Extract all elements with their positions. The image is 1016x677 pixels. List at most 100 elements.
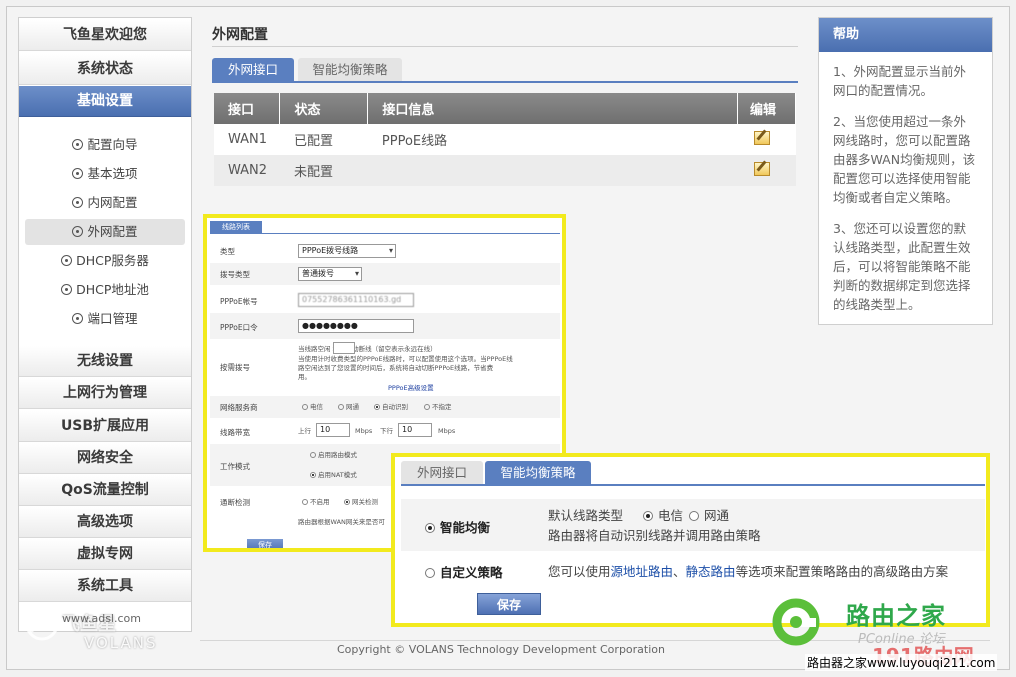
radio-icon bbox=[302, 499, 308, 505]
smart-balance-row: 智能均衡 默认线路类型 电信 网通 路由器将自动识别线路并调用路由策略 bbox=[401, 499, 985, 551]
form-tab[interactable]: 线路列表 bbox=[210, 221, 262, 233]
radio-icon bbox=[643, 511, 653, 521]
tab-wan-interface[interactable]: 外网接口 bbox=[212, 58, 294, 82]
edit-icon[interactable] bbox=[753, 161, 770, 176]
sub-item-basic-options[interactable]: 基本选项 bbox=[25, 161, 185, 187]
sub-item-label: DHCP地址池 bbox=[76, 282, 149, 297]
mode-option[interactable]: 启用NAT模式 bbox=[310, 471, 357, 480]
form-row-account: PPPoE帐号 07552786361110163.gd bbox=[210, 288, 560, 312]
nav-item-qos[interactable]: QoS流量控制 bbox=[19, 475, 191, 506]
up-label: 上行 bbox=[298, 427, 311, 435]
nav-item-advanced[interactable]: 高级选项 bbox=[19, 507, 191, 538]
unit-label: Mbps bbox=[355, 427, 373, 435]
logo-url: www.adsl.com bbox=[62, 612, 141, 625]
radio-icon bbox=[310, 472, 316, 478]
ondemand-line: 用。 bbox=[298, 373, 311, 381]
radio-icon bbox=[374, 404, 380, 410]
nav-item-basic-settings[interactable]: 基础设置 bbox=[19, 86, 191, 117]
dial-type-select[interactable]: 普通拨号 bbox=[298, 267, 362, 281]
ondemand-line: 当线路空闲 秒后自动断线（留空表示永远在线） bbox=[298, 345, 437, 353]
source-route-link[interactable]: 源地址路由 bbox=[611, 564, 674, 579]
nav-item-wireless[interactable]: 无线设置 bbox=[19, 346, 191, 377]
line-option-telecom[interactable]: 电信 bbox=[643, 505, 683, 524]
sub-item-wizard[interactable]: 配置向导 bbox=[25, 132, 185, 158]
tab-smart-balance[interactable]: 智能均衡策略 bbox=[485, 461, 591, 485]
sub-item-dhcp-server[interactable]: DHCP服务器 bbox=[25, 248, 185, 274]
form-tab-underline bbox=[210, 233, 560, 234]
isp-option[interactable]: 电信 bbox=[302, 403, 323, 412]
radio-icon bbox=[338, 404, 344, 410]
nav-item-welcome[interactable]: 飞鱼星欢迎您 bbox=[19, 20, 191, 51]
radio-icon bbox=[310, 452, 316, 458]
isp-option[interactable]: 自动识别 bbox=[374, 403, 408, 412]
password-input[interactable]: ●●●●●●●● bbox=[298, 319, 414, 333]
form-row-password: PPPoE口令 ●●●●●●●● bbox=[210, 313, 560, 339]
type-select[interactable]: PPPoE拨号线路 bbox=[298, 244, 396, 258]
column-header: 接口信息 bbox=[367, 93, 739, 124]
sub-item-label: 内网配置 bbox=[87, 195, 138, 210]
down-label: 下行 bbox=[380, 427, 393, 435]
nav-item-vpn[interactable]: 虚拟专网 bbox=[19, 539, 191, 570]
nav-item-usb[interactable]: USB扩展应用 bbox=[19, 411, 191, 442]
smart-balance-option[interactable]: 智能均衡 bbox=[425, 517, 490, 536]
help-paragraph: 1、外网配置显示当前外网口的配置情况。 bbox=[833, 64, 966, 98]
detect-option[interactable]: 不启用 bbox=[302, 498, 330, 507]
up-bandwidth-input[interactable]: 10 bbox=[316, 423, 350, 437]
nav-item-system-status[interactable]: 系统状态 bbox=[19, 54, 191, 85]
account-input[interactable]: 07552786361110163.gd bbox=[298, 293, 414, 307]
idle-seconds-input[interactable] bbox=[333, 342, 355, 354]
table-row: WAN1 已配置 PPPoE线路 bbox=[214, 124, 796, 155]
column-header: 接口 bbox=[214, 93, 281, 124]
mode-label: 工作模式 bbox=[220, 462, 250, 471]
form-row-type: 类型 PPPoE拨号线路 bbox=[210, 240, 560, 262]
form-row-dial-type: 拨号类型 普通拨号 bbox=[210, 263, 560, 285]
nav-item-system-tools[interactable]: 系统工具 bbox=[19, 571, 191, 602]
line-option-netcom[interactable]: 网通 bbox=[689, 505, 729, 524]
watermark-title: 路由之家 bbox=[846, 602, 946, 630]
balance-save-button[interactable]: 保存 bbox=[477, 593, 541, 615]
nav-item-security[interactable]: 网络安全 bbox=[19, 443, 191, 474]
help-paragraph: 2、当您使用超过一条外网线路时，您可以配置路由器多WAN均衡规则，该配置您可以选… bbox=[833, 114, 976, 205]
detect-option[interactable]: 网关检测 bbox=[344, 498, 378, 507]
bullet-icon bbox=[61, 255, 73, 266]
title-divider bbox=[212, 46, 798, 47]
logo-subtext: VOLANS bbox=[84, 634, 158, 652]
down-bandwidth-input[interactable]: 10 bbox=[398, 423, 432, 437]
sub-item-lan-config[interactable]: 内网配置 bbox=[25, 190, 185, 216]
sub-item-wan-config[interactable]: 外网配置 bbox=[25, 219, 185, 245]
isp-option[interactable]: 网通 bbox=[338, 403, 359, 412]
info-cell bbox=[367, 155, 738, 186]
sub-item-dhcp-pool[interactable]: DHCP地址池 bbox=[25, 277, 185, 303]
form-save-button[interactable]: 保存 bbox=[247, 539, 283, 548]
iface-cell: WAN1 bbox=[214, 124, 280, 155]
column-header: 编辑 bbox=[737, 93, 796, 124]
advanced-settings-link[interactable]: PPPoE高级设置 bbox=[388, 382, 434, 392]
static-route-link[interactable]: 静态路由 bbox=[686, 564, 736, 579]
account-label: PPPoE帐号 bbox=[220, 297, 258, 306]
info-cell: PPPoE线路 bbox=[367, 124, 738, 155]
form-row-isp: 网络服务商 电信 网通 自动识别 不指定 bbox=[210, 396, 560, 418]
router-home-logo-icon bbox=[772, 598, 820, 646]
bullet-icon bbox=[72, 313, 84, 324]
volans-logo-icon bbox=[25, 607, 59, 641]
bullet-icon bbox=[72, 197, 84, 208]
ondemand-line: 当使用计时收费类型的PPPoE线路时，可以配置使用这个选项。当PPPoE线 bbox=[298, 355, 513, 363]
sidebar: 飞鱼星欢迎您 系统状态 基础设置 配置向导 基本选项 内网配置 外网配置 DHC… bbox=[18, 17, 192, 632]
tab-smart-balance[interactable]: 智能均衡策略 bbox=[298, 58, 402, 82]
sub-item-label: 端口管理 bbox=[87, 311, 138, 326]
isp-option[interactable]: 不指定 bbox=[424, 403, 452, 412]
mode-option[interactable]: 启用路由模式 bbox=[310, 451, 357, 460]
sub-item-label: DHCP服务器 bbox=[76, 253, 149, 268]
iface-cell: WAN2 bbox=[214, 155, 280, 186]
edit-icon[interactable] bbox=[753, 130, 770, 145]
tab-wan-interface[interactable]: 外网接口 bbox=[401, 461, 483, 485]
table-row: WAN2 未配置 bbox=[214, 155, 796, 186]
bandwidth-label: 线路带宽 bbox=[220, 428, 250, 437]
status-cell: 未配置 bbox=[279, 155, 368, 186]
help-title: 帮助 bbox=[819, 18, 992, 52]
custom-policy-option[interactable]: 自定义策略 bbox=[425, 562, 503, 581]
radio-icon bbox=[302, 404, 308, 410]
sub-item-port-management[interactable]: 端口管理 bbox=[25, 306, 185, 332]
watermark-bottom: 路由器之家www.luyouqi211.com bbox=[805, 654, 998, 671]
nav-item-behavior-management[interactable]: 上网行为管理 bbox=[19, 378, 191, 409]
